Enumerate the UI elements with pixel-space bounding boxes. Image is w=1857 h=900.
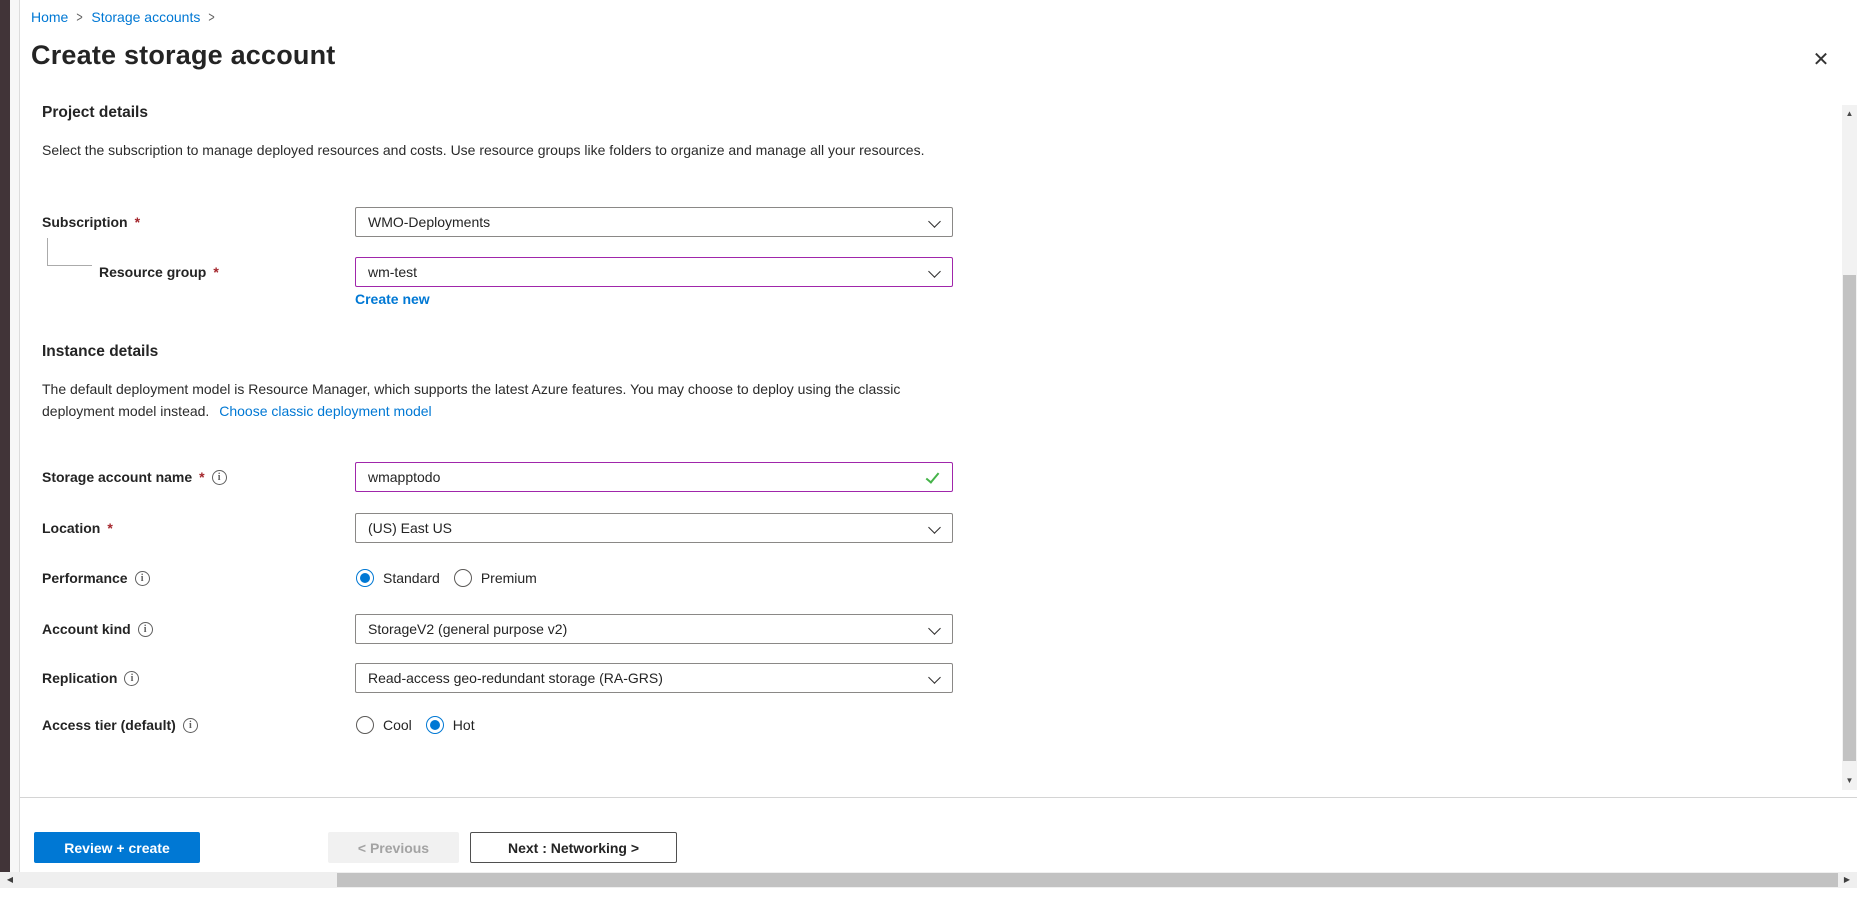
replication-label-text: Replication	[42, 670, 117, 686]
location-label: Location *	[42, 513, 113, 543]
performance-radio-group: Standard Premium	[356, 563, 537, 593]
storage-account-name-label: Storage account name * i	[42, 462, 227, 492]
project-details-heading: Project details	[42, 104, 148, 122]
info-icon[interactable]: i	[212, 470, 227, 485]
breadcrumb-home-link[interactable]: Home	[31, 9, 68, 25]
access-tier-radio-group: Cool Hot	[356, 710, 475, 740]
radio-selected-icon	[356, 569, 374, 587]
required-asterisk: *	[213, 264, 218, 280]
scroll-right-icon[interactable]: ▶	[1839, 872, 1855, 888]
access-tier-hot-radio[interactable]: Hot	[426, 716, 475, 734]
tree-connector-line	[47, 238, 92, 266]
chevron-down-icon	[928, 671, 941, 684]
info-icon[interactable]: i	[183, 718, 198, 733]
instance-details-description-text: The default deployment model is Resource…	[42, 381, 900, 419]
window-edge-strip	[0, 0, 10, 872]
resource-group-value: wm-test	[368, 264, 417, 280]
subscription-label: Subscription *	[42, 207, 140, 237]
access-tier-hot-label: Hot	[453, 717, 475, 733]
location-value: (US) East US	[368, 520, 452, 536]
info-icon[interactable]: i	[135, 571, 150, 586]
chevron-right-icon: >	[209, 8, 215, 26]
chevron-down-icon	[928, 521, 941, 534]
instance-details-heading: Instance details	[42, 343, 158, 361]
account-kind-value: StorageV2 (general purpose v2)	[368, 621, 567, 637]
collapsed-panel-strip	[10, 0, 20, 872]
close-icon[interactable]: ✕	[1806, 45, 1836, 75]
vertical-scrollbar[interactable]: ▲ ▼	[1842, 105, 1857, 790]
account-kind-label-text: Account kind	[42, 621, 131, 637]
next-networking-button[interactable]: Next : Networking >	[470, 832, 677, 863]
replication-dropdown[interactable]: Read-access geo-redundant storage (RA-GR…	[355, 663, 953, 693]
create-new-resource-group-link[interactable]: Create new	[355, 291, 430, 307]
replication-value: Read-access geo-redundant storage (RA-GR…	[368, 670, 663, 686]
choose-classic-deployment-link[interactable]: Choose classic deployment model	[219, 403, 431, 419]
previous-button[interactable]: < Previous	[328, 832, 459, 863]
performance-premium-label: Premium	[481, 570, 537, 586]
performance-standard-label: Standard	[383, 570, 440, 586]
scroll-left-icon[interactable]: ◀	[2, 872, 18, 888]
resource-group-label: Resource group *	[99, 257, 219, 287]
radio-unselected-icon	[356, 716, 374, 734]
project-details-description: Select the subscription to manage deploy…	[42, 139, 952, 161]
radio-unselected-icon	[454, 569, 472, 587]
vertical-scrollbar-thumb[interactable]	[1843, 275, 1856, 761]
access-tier-label: Access tier (default) i	[42, 710, 198, 740]
required-asterisk: *	[199, 469, 204, 485]
location-dropdown[interactable]: (US) East US	[355, 513, 953, 543]
radio-selected-icon	[426, 716, 444, 734]
storage-account-name-value: wmapptodo	[368, 469, 440, 485]
performance-standard-radio[interactable]: Standard	[356, 569, 440, 587]
performance-label: Performance i	[42, 563, 150, 593]
create-storage-account-page: Home > Storage accounts > Create storage…	[0, 0, 1857, 900]
required-asterisk: *	[107, 520, 112, 536]
account-kind-dropdown[interactable]: StorageV2 (general purpose v2)	[355, 614, 953, 644]
chevron-down-icon	[928, 265, 941, 278]
breadcrumb-storage-accounts-link[interactable]: Storage accounts	[91, 9, 200, 25]
access-tier-label-text: Access tier (default)	[42, 717, 176, 733]
instance-details-description: The default deployment model is Resource…	[42, 378, 967, 422]
performance-label-text: Performance	[42, 570, 128, 586]
location-label-text: Location	[42, 520, 100, 536]
horizontal-scrollbar[interactable]: ◀ ▶	[0, 872, 1857, 888]
footer-divider	[20, 797, 1857, 798]
access-tier-cool-label: Cool	[383, 717, 412, 733]
scroll-down-icon[interactable]: ▼	[1842, 774, 1857, 788]
breadcrumb: Home > Storage accounts >	[31, 9, 215, 25]
account-kind-label: Account kind i	[42, 614, 153, 644]
info-icon[interactable]: i	[124, 671, 139, 686]
scroll-up-icon[interactable]: ▲	[1842, 107, 1857, 121]
resource-group-label-text: Resource group	[99, 264, 206, 280]
required-asterisk: *	[135, 214, 140, 230]
info-icon[interactable]: i	[138, 622, 153, 637]
subscription-dropdown[interactable]: WMO-Deployments	[355, 207, 953, 237]
storage-account-name-label-text: Storage account name	[42, 469, 192, 485]
review-create-button[interactable]: Review + create	[34, 832, 200, 863]
horizontal-scrollbar-thumb[interactable]	[337, 873, 1838, 887]
chevron-right-icon: >	[77, 8, 83, 26]
page-title: Create storage account	[31, 40, 336, 71]
subscription-value: WMO-Deployments	[368, 214, 490, 230]
subscription-label-text: Subscription	[42, 214, 128, 230]
storage-account-name-input[interactable]: wmapptodo	[355, 462, 953, 492]
chevron-down-icon	[928, 622, 941, 635]
access-tier-cool-radio[interactable]: Cool	[356, 716, 412, 734]
performance-premium-radio[interactable]: Premium	[454, 569, 537, 587]
valid-check-icon	[926, 469, 940, 483]
replication-label: Replication i	[42, 663, 139, 693]
resource-group-dropdown[interactable]: wm-test	[355, 257, 953, 287]
chevron-down-icon	[928, 215, 941, 228]
